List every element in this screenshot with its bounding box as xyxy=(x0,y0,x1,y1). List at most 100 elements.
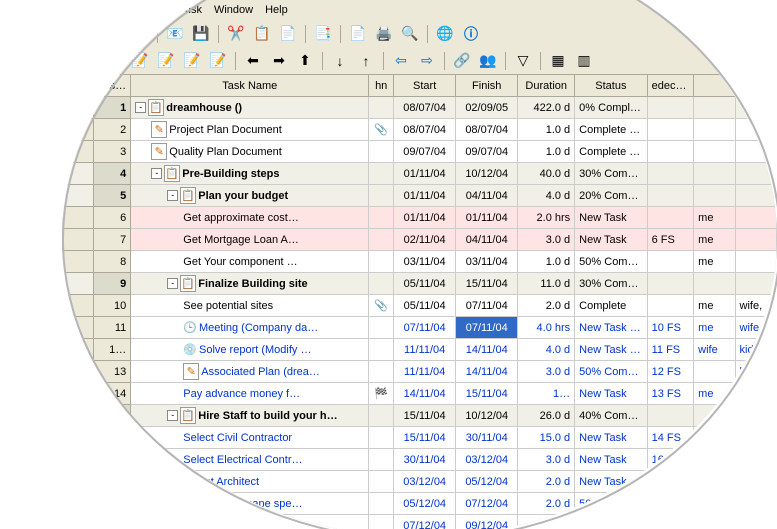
res1-cell[interactable]: me xyxy=(694,383,735,405)
res2-cell[interactable] xyxy=(735,119,776,141)
start-cell[interactable]: 01/11/04 xyxy=(394,185,456,207)
res2-cell[interactable] xyxy=(735,471,776,493)
res2-cell[interactable] xyxy=(735,141,776,163)
res2-cell[interactable]: wife, xyxy=(735,317,776,339)
pred-cell[interactable] xyxy=(647,141,694,163)
taskname-cell[interactable]: 🕒Meeting (Company da… xyxy=(131,317,369,339)
duration-cell[interactable]: 3.0 d xyxy=(518,449,575,471)
duration-cell[interactable]: 40.0 d xyxy=(518,163,575,185)
res1-cell[interactable]: me xyxy=(694,427,735,449)
sidebar-item-usage[interactable]: 📄 ource Usage xyxy=(0,287,62,330)
taskname-cell[interactable]: Select Architect xyxy=(131,471,369,493)
res2-cell[interactable] xyxy=(735,251,776,273)
status-cell[interactable]: 50% Com… xyxy=(575,493,647,515)
finish-cell[interactable]: 30/11/04 xyxy=(456,427,518,449)
res1-cell[interactable]: me xyxy=(694,295,735,317)
res1-cell[interactable] xyxy=(694,163,735,185)
tb-doc2-icon[interactable]: 📄 xyxy=(347,23,369,45)
table-row[interactable]: 3✎Quality Plan Document09/07/0409/07/041… xyxy=(63,141,777,163)
taskname-cell[interactable]: Get Your component … xyxy=(131,251,369,273)
duration-cell[interactable]: 422.0 d xyxy=(518,97,575,119)
expand-icon[interactable]: - xyxy=(167,278,178,289)
res2-cell[interactable] xyxy=(735,163,776,185)
menu-options[interactable]: Options xyxy=(68,2,118,18)
sidebar-item-gantt[interactable]: 📊 Gantt Chart xyxy=(0,232,62,275)
col-status[interactable]: Status xyxy=(575,75,647,97)
duration-cell[interactable]: 4.0 d xyxy=(518,339,575,361)
status-cell[interactable]: New Task xyxy=(575,383,647,405)
duration-cell[interactable]: 4.0 hrs xyxy=(518,317,575,339)
pred-cell[interactable]: 13 FS xyxy=(647,383,694,405)
start-cell[interactable]: 01/11/04 xyxy=(394,163,456,185)
tb-lock-icon[interactable]: 🔒 xyxy=(129,23,151,45)
col-finish[interactable]: Finish xyxy=(456,75,518,97)
res1-cell[interactable] xyxy=(694,405,735,427)
table-row[interactable]: ●1-📋dreamhouse ()08/07/0402/09/05422.0 d… xyxy=(63,97,777,119)
res1-cell[interactable]: me xyxy=(694,251,735,273)
res1-cell[interactable] xyxy=(694,273,735,295)
pred-cell[interactable] xyxy=(647,119,694,141)
tb-preview-icon[interactable]: 🔍 xyxy=(399,23,421,45)
tb-task4-icon[interactable]: 📝 xyxy=(207,50,229,72)
tb-cols-icon[interactable]: ▦ xyxy=(547,50,569,72)
res1-cell[interactable] xyxy=(694,119,735,141)
status-cell[interactable]: New Task xyxy=(575,427,647,449)
menu-window[interactable]: Window xyxy=(208,2,259,18)
pred-cell[interactable]: 10 FS xyxy=(647,317,694,339)
duration-cell[interactable]: 1… xyxy=(518,383,575,405)
finish-cell[interactable]: 02/09/05 xyxy=(456,97,518,119)
res2-cell[interactable] xyxy=(735,229,776,251)
tb-sheet-icon[interactable]: 📃 xyxy=(94,50,116,72)
tb-filter-icon[interactable]: ▽ xyxy=(512,50,534,72)
start-cell[interactable]: 08/07/04 xyxy=(394,119,456,141)
tb-doc1-icon[interactable]: 📑 xyxy=(312,23,334,45)
status-cell[interactable]: New Task … xyxy=(575,317,647,339)
col-indicator[interactable] xyxy=(63,75,94,97)
res2-cell[interactable]: kids xyxy=(735,339,776,361)
duration-cell[interactable]: 1.0 d xyxy=(518,141,575,163)
tb-down-arrow-icon[interactable]: ↓ xyxy=(329,50,351,72)
taskname-cell[interactable]: Get approximate cost… xyxy=(131,207,369,229)
table-row[interactable]: Select Landscape spe…05/12/0407/12/042.0… xyxy=(63,493,777,515)
start-cell[interactable]: 05/12/04 xyxy=(394,493,456,515)
tb-help-icon[interactable]: ⓘ xyxy=(460,23,482,45)
pred-cell[interactable] xyxy=(647,185,694,207)
finish-cell[interactable]: 10/12/04 xyxy=(456,405,518,427)
res2-cell[interactable] xyxy=(735,515,776,529)
tb-save-icon[interactable]: 💾 xyxy=(190,23,212,45)
finish-cell[interactable]: 15/11/04 xyxy=(456,383,518,405)
start-cell[interactable]: 15/11/04 xyxy=(394,427,456,449)
table-row[interactable]: Draft contract for sig…07/12/0409/12/042… xyxy=(63,515,777,529)
taskname-cell[interactable]: Pay advance money f… xyxy=(131,383,369,405)
finish-cell[interactable]: 08/07/04 xyxy=(456,119,518,141)
status-cell[interactable]: Complete xyxy=(575,295,647,317)
table-row[interactable]: 16Select Civil Contractor15/11/0430/11/0… xyxy=(63,427,777,449)
duration-cell[interactable]: 3.0 d xyxy=(518,361,575,383)
res1-cell[interactable] xyxy=(694,141,735,163)
col-res1[interactable] xyxy=(694,75,735,97)
finish-cell[interactable]: 07/11/04 xyxy=(456,295,518,317)
finish-cell[interactable]: 05/12/04 xyxy=(456,471,518,493)
status-cell[interactable]: 30% Com… xyxy=(575,163,647,185)
tb-back-icon[interactable]: ⇦ xyxy=(390,50,412,72)
res2-cell[interactable] xyxy=(735,273,776,295)
status-cell[interactable]: 20% Com… xyxy=(575,185,647,207)
finish-cell[interactable]: 07/11/04 xyxy=(456,317,518,339)
table-row[interactable]: 14Pay advance money f…🏁14/11/0415/11/041… xyxy=(63,383,777,405)
taskname-cell[interactable]: ✎Project Plan Document xyxy=(131,119,369,141)
pred-cell[interactable] xyxy=(647,97,694,119)
table-row[interactable]: 5-📋Plan your budget01/11/0404/11/044.0 d… xyxy=(63,185,777,207)
res1-cell[interactable]: me xyxy=(694,207,735,229)
res1-cell[interactable] xyxy=(694,361,735,383)
table-row[interactable]: 15-📋Hire Staff to build your h…15/11/041… xyxy=(63,405,777,427)
start-cell[interactable]: 11/11/04 xyxy=(394,339,456,361)
start-cell[interactable]: 15/11/04 xyxy=(394,405,456,427)
duration-cell[interactable]: 11.0 d xyxy=(518,273,575,295)
tb-refresh-icon[interactable]: 🔄 xyxy=(103,23,125,45)
start-cell[interactable]: 05/11/04 xyxy=(394,295,456,317)
taskname-cell[interactable]: -📋Hire Staff to build your h… xyxy=(131,405,369,427)
tb-up-arrow-icon[interactable]: ↑ xyxy=(355,50,377,72)
start-cell[interactable]: 30/11/04 xyxy=(394,449,456,471)
tb-copy-icon[interactable]: 📋 xyxy=(251,23,273,45)
res2-cell[interactable] xyxy=(735,97,776,119)
